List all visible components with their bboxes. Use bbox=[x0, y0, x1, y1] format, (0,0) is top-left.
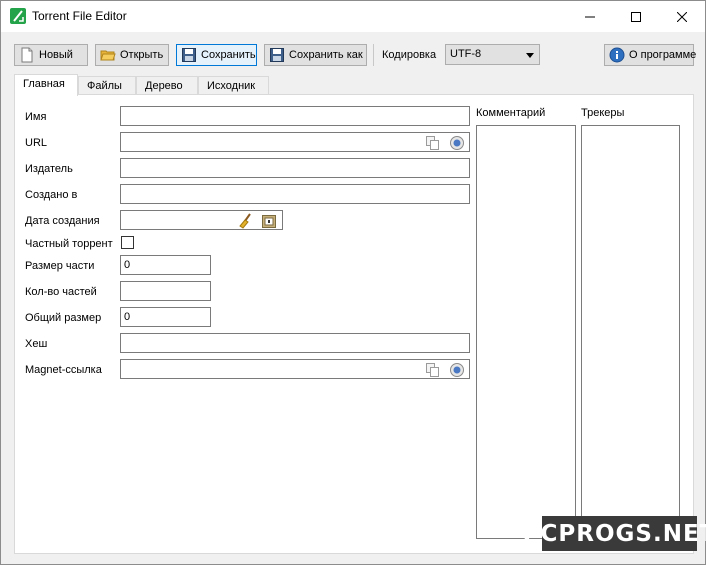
floppy-disk-icon bbox=[181, 47, 197, 63]
open-button[interactable]: Открыть bbox=[95, 44, 169, 66]
creation-date-field[interactable] bbox=[120, 210, 283, 230]
creation-date-label: Дата создания bbox=[25, 215, 100, 227]
watermark: PCPROGS.NET bbox=[523, 516, 706, 551]
trackers-label: Трекеры bbox=[581, 107, 625, 119]
publisher-label: Издатель bbox=[25, 163, 73, 175]
tab-main-label: Главная bbox=[23, 78, 65, 90]
about-button-label: О программе bbox=[629, 49, 697, 61]
app-logo-icon bbox=[10, 8, 26, 24]
piece-count-field[interactable] bbox=[120, 281, 211, 301]
clear-broom-icon[interactable] bbox=[237, 213, 253, 229]
save-as-button-label: Сохранить как bbox=[289, 49, 363, 61]
save-button[interactable]: Сохранить bbox=[176, 44, 257, 66]
minimize-button[interactable] bbox=[567, 1, 613, 32]
comment-textarea[interactable] bbox=[476, 125, 576, 539]
open-link-icon[interactable] bbox=[449, 135, 465, 151]
new-button-label: Новый bbox=[39, 49, 73, 61]
minimize-icon bbox=[585, 16, 595, 17]
encoding-label: Кодировка bbox=[382, 49, 437, 61]
tab-main[interactable]: Главная bbox=[14, 74, 78, 96]
open-link-icon[interactable] bbox=[449, 362, 465, 378]
close-icon bbox=[677, 11, 687, 22]
publisher-field[interactable] bbox=[120, 158, 470, 178]
total-size-field[interactable]: 0 bbox=[120, 307, 211, 327]
piece-size-value: 0 bbox=[124, 259, 131, 271]
total-size-label: Общий размер bbox=[25, 312, 102, 324]
calendar-icon[interactable] bbox=[261, 213, 277, 229]
magnet-label: Magnet-ссылка bbox=[25, 364, 102, 376]
tab-source[interactable]: Исходник bbox=[198, 76, 269, 95]
open-button-label: Открыть bbox=[120, 49, 164, 61]
created-by-field[interactable] bbox=[120, 184, 470, 204]
trackers-textarea[interactable] bbox=[581, 125, 680, 539]
save-button-label: Сохранить bbox=[201, 49, 256, 61]
window-title: Torrent File Editor bbox=[32, 9, 127, 23]
piece-size-field[interactable]: 0 bbox=[120, 255, 211, 275]
encoding-value: UTF-8 bbox=[450, 48, 482, 60]
chevron-down-icon bbox=[526, 53, 534, 58]
folder-icon bbox=[100, 47, 116, 63]
toolbar: Новый Открыть Сохранить Сохранить как Ко… bbox=[1, 32, 705, 74]
new-button[interactable]: Новый bbox=[14, 44, 88, 66]
piece-size-label: Размер части bbox=[25, 260, 95, 272]
copy-icon[interactable] bbox=[425, 135, 441, 151]
save-as-button[interactable]: Сохранить как bbox=[264, 44, 367, 66]
magnet-field[interactable] bbox=[120, 359, 470, 379]
encoding-select[interactable]: UTF-8 bbox=[445, 44, 540, 65]
hash-label: Хеш bbox=[25, 338, 48, 350]
name-field[interactable] bbox=[120, 106, 470, 126]
url-label: URL bbox=[25, 137, 48, 149]
app-window: Torrent File Editor Новый Открыть Сохран… bbox=[0, 0, 706, 565]
hash-field[interactable] bbox=[120, 333, 470, 353]
new-file-icon bbox=[19, 47, 35, 63]
name-label: Имя bbox=[25, 111, 47, 123]
piece-count-label: Кол-во частей bbox=[25, 286, 97, 298]
tab-files[interactable]: Файлы bbox=[78, 76, 136, 95]
total-size-value: 0 bbox=[124, 311, 131, 323]
info-icon bbox=[609, 47, 625, 63]
tab-tree[interactable]: Дерево bbox=[136, 76, 198, 95]
about-button[interactable]: О программе bbox=[604, 44, 697, 66]
title-bar: Torrent File Editor bbox=[1, 1, 705, 32]
maximize-button[interactable] bbox=[613, 1, 659, 32]
private-checkbox[interactable] bbox=[121, 236, 134, 249]
close-button[interactable] bbox=[659, 1, 705, 32]
created-by-label: Создано в bbox=[25, 189, 78, 201]
tab-source-label: Исходник bbox=[207, 80, 256, 92]
tab-tree-label: Дерево bbox=[145, 80, 183, 92]
url-field[interactable] bbox=[120, 132, 470, 152]
private-label: Частный торрент bbox=[25, 238, 113, 250]
comment-label: Комментарий bbox=[476, 107, 546, 119]
tab-files-label: Файлы bbox=[87, 80, 122, 92]
copy-icon[interactable] bbox=[425, 362, 441, 378]
toolbar-separator bbox=[373, 44, 374, 66]
floppy-disk-icon bbox=[269, 47, 285, 63]
maximize-icon bbox=[631, 11, 641, 22]
